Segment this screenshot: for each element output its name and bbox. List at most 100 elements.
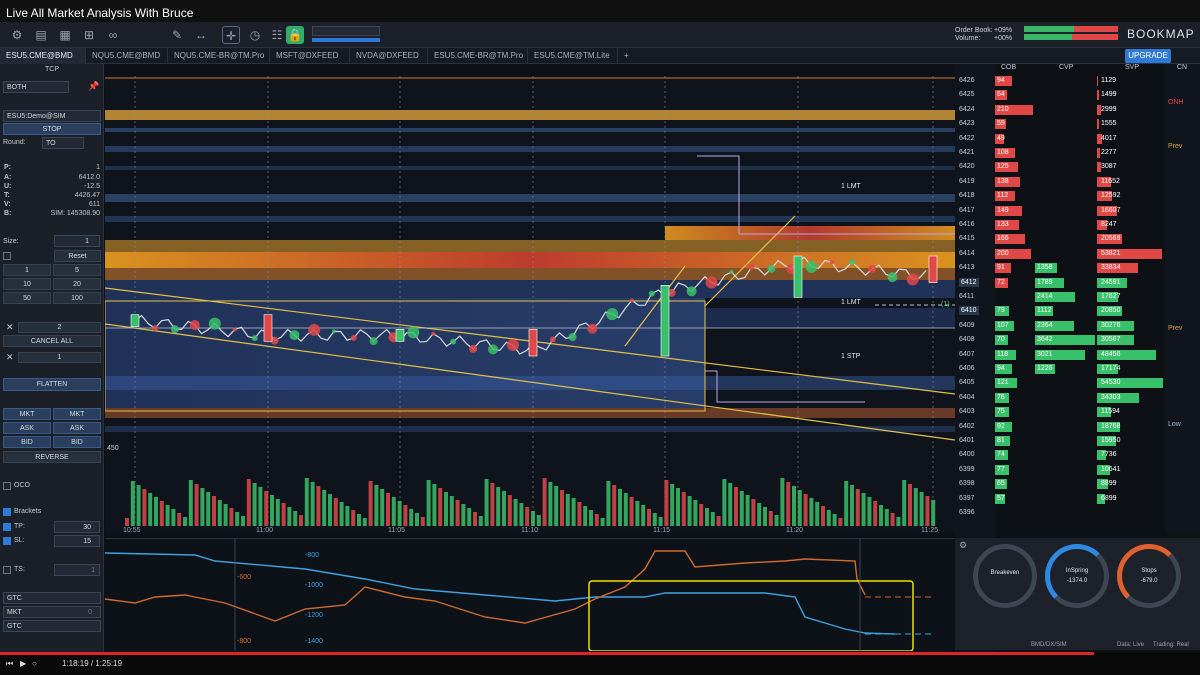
sell-ask-button[interactable]: ASK [53, 422, 101, 434]
reverse-button[interactable]: REVERSE [3, 451, 101, 463]
qty-button[interactable]: 50 [3, 292, 51, 304]
tab-nvda[interactable]: NVDA@DXFEED [350, 48, 428, 64]
volume-bar [415, 513, 419, 526]
sl-input[interactable]: 15 [54, 535, 100, 547]
tif-select[interactable]: GTC [3, 592, 101, 604]
link-icon[interactable]: ∞ [104, 26, 122, 44]
search-icon[interactable]: ○ [32, 659, 37, 668]
crosshair-icon[interactable]: ✛ [222, 26, 240, 44]
svp-value: 17627 [1101, 293, 1121, 300]
qty-button[interactable]: 20 [53, 278, 101, 290]
lock-icon[interactable]: 🔒 [286, 26, 304, 44]
zoom-slider[interactable] [312, 38, 380, 42]
pin-icon[interactable]: 📌 [88, 81, 99, 92]
chart-canvas[interactable]: 1 LMT 1 LMT 1 STP (1) 450 [105, 76, 955, 534]
ts-input[interactable]: 1 [54, 564, 100, 576]
volume-bar [757, 503, 762, 526]
size-input[interactable]: 1 [54, 235, 100, 247]
volume-bar [142, 489, 147, 526]
volume-bar [710, 512, 715, 526]
oco-checkbox[interactable] [3, 482, 11, 490]
tp-input[interactable]: 30 [54, 521, 100, 533]
buy-market-button[interactable]: MKT [3, 408, 51, 420]
tif-select-2[interactable]: GTC [3, 620, 101, 632]
svp-value: 2999 [1101, 105, 1117, 113]
order-label[interactable]: 1 LMT [841, 299, 862, 306]
close-icon[interactable]: ✕ [6, 322, 14, 333]
round-select[interactable]: TO [42, 137, 84, 149]
video-title: Live All Market Analysis With Bruce [0, 0, 1200, 22]
heat-band [105, 426, 955, 432]
clock-icon[interactable]: ◷ [246, 26, 264, 44]
volume-bar [536, 515, 541, 526]
play-icon[interactable]: ▶ [20, 659, 26, 668]
chart-icon[interactable]: ▤ [32, 26, 50, 44]
tab-esu5-tm-lite[interactable]: ESU5.CME@TM.Lite [528, 48, 618, 64]
qty-button[interactable]: 1 [3, 264, 51, 276]
price-level: 6417 [959, 206, 975, 214]
order-type-select[interactable]: MKT 0 [3, 606, 101, 618]
svp-value: 3087 [1101, 163, 1117, 171]
tp-checkbox[interactable] [3, 523, 11, 531]
indicator-label: -800 [305, 552, 319, 559]
instrument-select[interactable] [312, 26, 380, 36]
volume-bar [316, 486, 321, 526]
grid-icon[interactable]: ⊞ [80, 26, 98, 44]
account-select[interactable]: ESU5:Demo@SIM [3, 110, 101, 122]
ts-checkbox[interactable] [3, 566, 11, 574]
upgrade-button[interactable]: UPGRADE [1125, 49, 1171, 63]
stop-button[interactable]: STOP [3, 123, 101, 135]
gear-icon[interactable]: ⚙ [959, 540, 967, 551]
pen-icon[interactable]: ✎ [168, 26, 186, 44]
prev-icon[interactable]: ⏮ [6, 659, 13, 669]
volume-bar [705, 508, 709, 526]
side-select[interactable]: BOTH [3, 81, 69, 93]
size-checkbox[interactable] [3, 252, 11, 260]
sell-market-button[interactable]: MKT [53, 408, 101, 420]
qty-button[interactable]: 100 [53, 292, 101, 304]
volume-bar [368, 481, 373, 526]
sl-checkbox[interactable] [3, 537, 11, 545]
volume-bar [293, 511, 298, 526]
volume-bar [438, 488, 443, 526]
cob-value: 112 [997, 192, 1009, 200]
tab-esu5-tm-pro[interactable]: ESU5.CME-BR@TM.Pro [428, 48, 528, 64]
flatten-button[interactable]: FLATTEN [3, 378, 101, 391]
heatmap-chart[interactable]: 1 LMT 1 LMT 1 STP (1) 450 [105, 76, 955, 534]
sell-bid-button[interactable]: BID [53, 436, 101, 448]
tab-esu5-bmd[interactable]: ESU5.CME@BMD [0, 48, 86, 64]
cvp-value: 1358 [1037, 264, 1053, 272]
ruler-icon[interactable]: ↔ [192, 26, 210, 44]
order-label[interactable]: 1 STP [841, 353, 861, 360]
order-label[interactable]: 1 LMT [841, 183, 862, 190]
cancel-all-button[interactable]: CANCEL ALL [3, 335, 101, 347]
gear-icon[interactable]: ⚙ [8, 26, 26, 44]
volume-bar [455, 500, 460, 526]
qty-button[interactable]: 10 [3, 278, 51, 290]
sliders-icon[interactable]: ☷ [268, 26, 286, 44]
level-label: Prev [1168, 325, 1183, 332]
tab-msft[interactable]: MSFT@DXFEED [270, 48, 350, 64]
reset-button[interactable]: Reset [54, 250, 101, 262]
indicator-panel[interactable]: -800 -600 -1000 -1200 -800 -1400 [104, 538, 955, 652]
volume-bar [763, 507, 767, 526]
candle [660, 285, 670, 357]
volume-bar [374, 485, 379, 526]
svp-value: 30276 [1101, 321, 1121, 329]
close-position-icon[interactable]: ✕ [6, 352, 14, 363]
buy-ask-button[interactable]: ASK [3, 422, 51, 434]
add-tab-button[interactable]: + [618, 48, 638, 64]
volume-bar [577, 502, 582, 526]
svp-value: 7736 [1101, 451, 1117, 459]
layout-icon[interactable]: ▦ [56, 26, 74, 44]
tab-nqu5-bmd[interactable]: NQU5.CME@BMD [86, 48, 168, 64]
svp-value: 48456 [1101, 350, 1121, 358]
qty-button[interactable]: 5 [53, 264, 101, 276]
volume-bar [148, 493, 153, 526]
volume-bar [699, 504, 704, 526]
buy-bid-button[interactable]: BID [3, 436, 51, 448]
brackets-checkbox[interactable] [3, 508, 11, 516]
volume-bar [606, 481, 611, 526]
tab-nqu5-tm-pro[interactable]: NQU5.CME-BR@TM.Pro [168, 48, 270, 64]
video-progress[interactable] [0, 652, 1094, 655]
